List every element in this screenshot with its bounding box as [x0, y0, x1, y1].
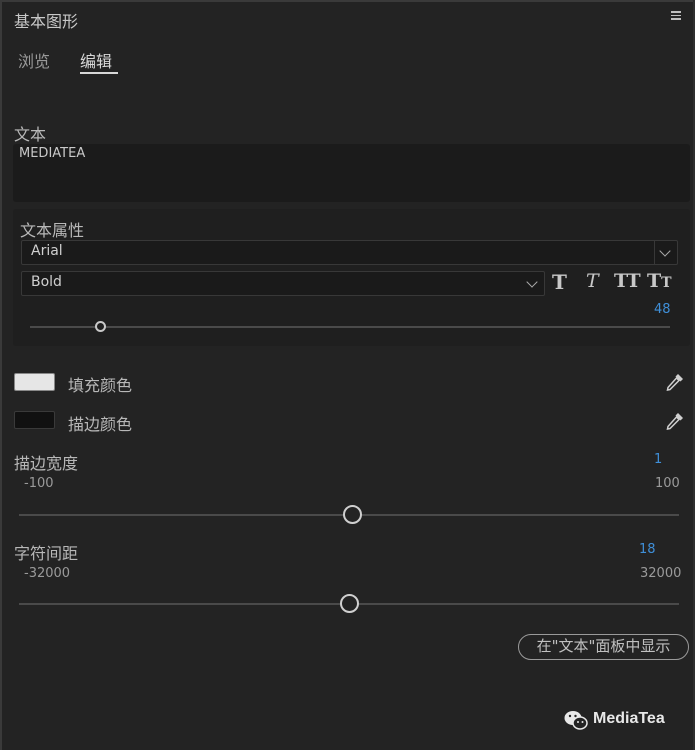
eyedropper-icon[interactable] — [665, 411, 685, 431]
panel-left-border — [0, 0, 2, 750]
panel-menu-icon[interactable] — [669, 9, 683, 23]
show-in-text-panel-button[interactable]: 在"文本"面板中显示 — [518, 634, 689, 660]
text-properties-label: 文本属性 — [20, 221, 85, 240]
text-section-label: 文本 — [14, 125, 47, 144]
tracking-label: 字符间距 — [14, 544, 79, 563]
font-family-value: Arial — [31, 243, 63, 259]
tracking-max: 32000 — [640, 566, 682, 581]
stroke-width-slider-handle[interactable] — [342, 505, 362, 524]
all-caps-button[interactable]: TT — [614, 270, 641, 292]
stroke-width-min: -100 — [24, 476, 54, 491]
fill-color-swatch[interactable] — [14, 373, 55, 391]
font-family-select[interactable]: Arial — [21, 240, 678, 265]
font-style-select[interactable]: Bold — [21, 271, 545, 296]
eyedropper-icon[interactable] — [665, 372, 685, 392]
small-caps-button[interactable]: TT — [647, 270, 672, 292]
font-size-slider-handle[interactable] — [94, 321, 106, 332]
panel-title: 基本图形 — [14, 12, 79, 31]
stroke-width-value[interactable]: 1 — [654, 452, 662, 467]
text-content-field[interactable]: MEDIATEA — [13, 144, 690, 202]
chevron-down-icon — [526, 276, 538, 288]
watermark-text: MediaTea — [593, 710, 665, 727]
font-size-value[interactable]: 48 — [654, 302, 671, 317]
wechat-logo-icon — [564, 711, 588, 730]
faux-italic-button[interactable]: T — [586, 270, 599, 292]
fill-color-label: 填充颜色 — [68, 376, 133, 395]
tab-browse[interactable]: 浏览 — [18, 48, 50, 72]
tracking-value[interactable]: 18 — [639, 542, 656, 557]
tracking-slider-handle[interactable] — [339, 594, 359, 613]
chevron-down-icon — [659, 245, 671, 257]
active-tab-indicator — [80, 72, 118, 74]
stroke-color-swatch[interactable] — [14, 411, 55, 429]
tracking-min: -32000 — [24, 566, 71, 581]
stroke-color-label: 描边颜色 — [68, 415, 133, 434]
faux-bold-button[interactable]: T — [552, 270, 567, 294]
stroke-width-label: 描边宽度 — [14, 454, 79, 473]
font-size-slider-track[interactable] — [30, 326, 670, 328]
panel-top-border — [0, 0, 695, 2]
tab-edit[interactable]: 编辑 — [80, 48, 112, 72]
select-divider — [654, 241, 655, 264]
font-style-value: Bold — [31, 274, 62, 290]
stroke-width-max: 100 — [655, 476, 680, 491]
